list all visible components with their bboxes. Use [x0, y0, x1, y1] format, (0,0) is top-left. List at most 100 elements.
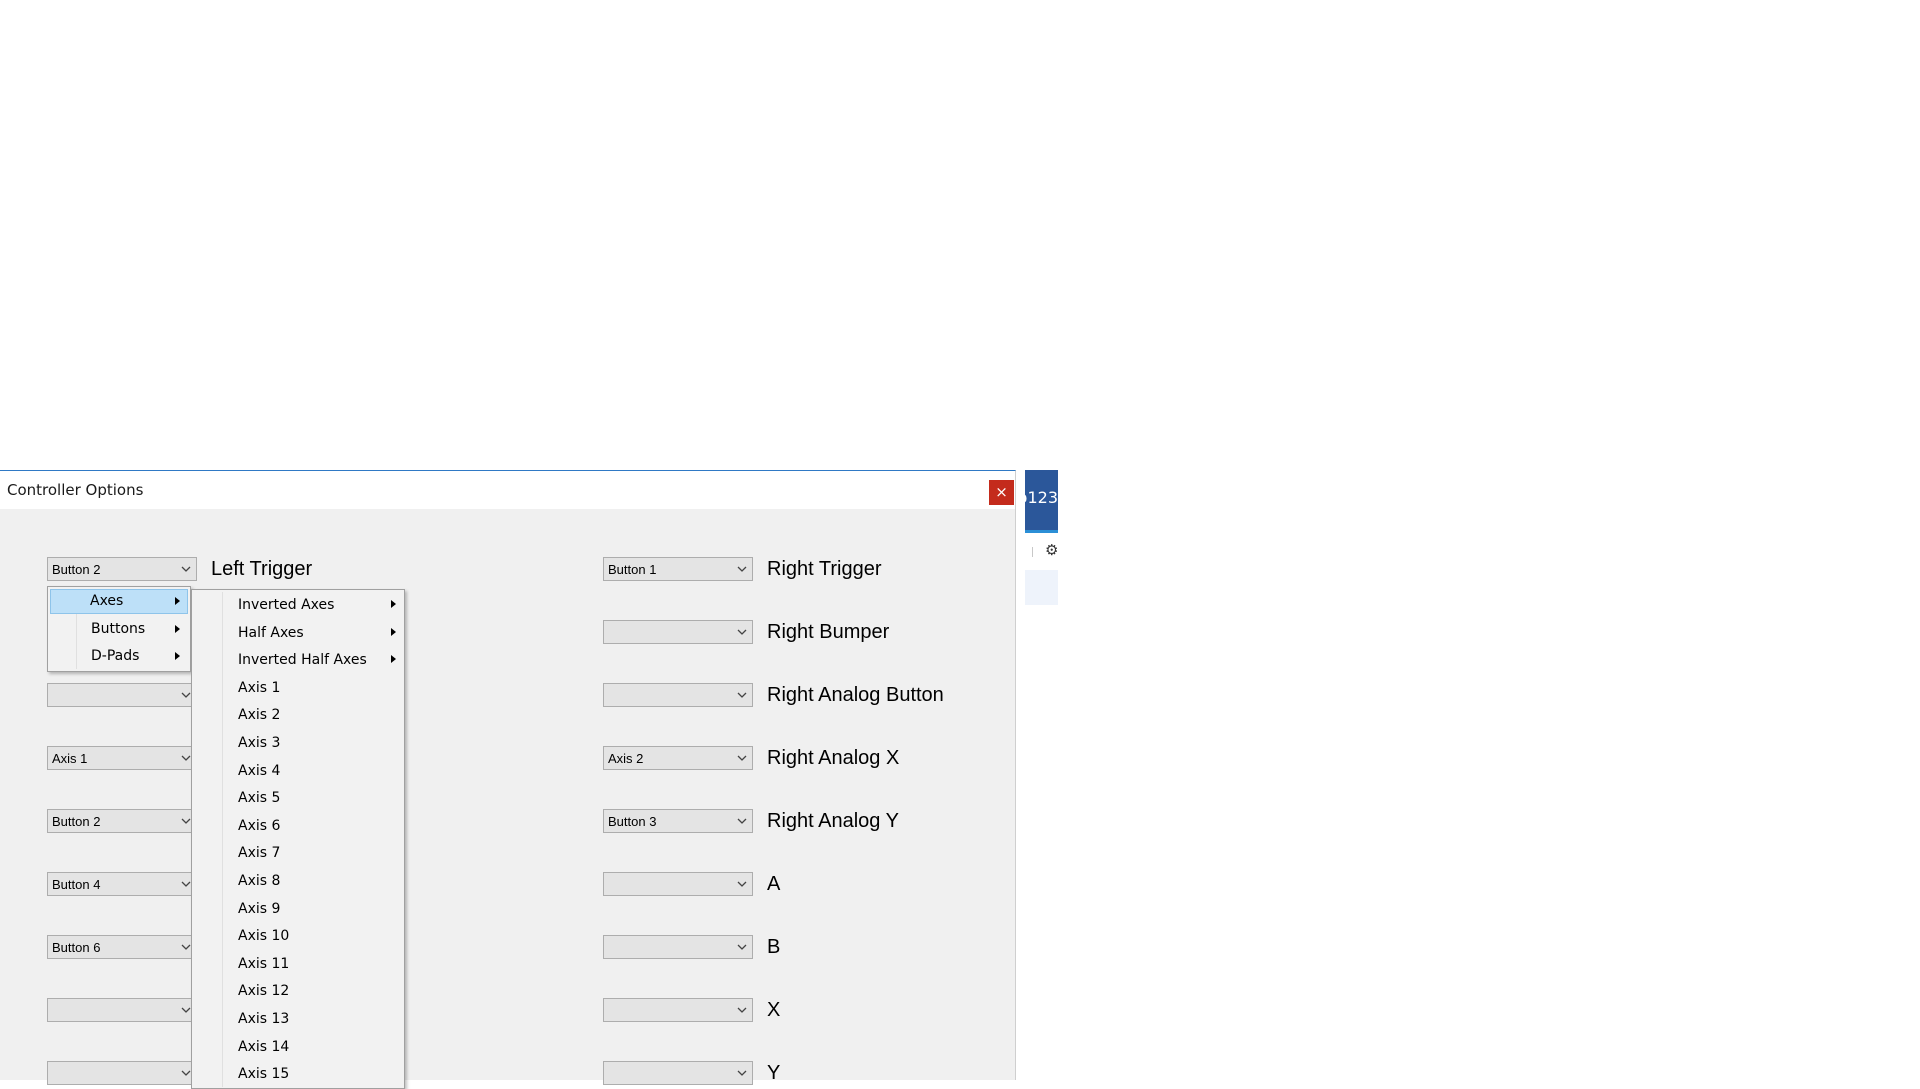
combo-value: Button 2 — [52, 562, 101, 577]
chevron-down-icon — [736, 687, 748, 703]
menu-item-label: Axis 12 — [238, 983, 290, 1000]
dialog-title: Controller Options — [7, 481, 144, 499]
submenu-arrow-icon — [175, 597, 180, 605]
controller-options-dialog: Controller Options × Button 2 Left Trigg… — [0, 470, 1016, 1085]
right-bumper-label: Right Bumper — [767, 621, 890, 643]
submenu-item-axis[interactable]: Axis 2 — [194, 702, 402, 728]
a-button-label: A — [767, 873, 781, 895]
chevron-down-icon — [736, 624, 748, 640]
submenu-item-axis[interactable]: Axis 8 — [194, 868, 402, 894]
chevron-down-icon — [736, 876, 748, 892]
submenu-arrow-icon — [175, 652, 180, 660]
combo-value: Button 1 — [608, 562, 657, 577]
right-analog-y-combo[interactable]: Button 3 — [603, 809, 753, 833]
combo-value: Button 4 — [52, 877, 101, 892]
submenu-item-axis[interactable]: Axis 10 — [194, 923, 402, 949]
left-row-5-combo[interactable]: Button 2 — [47, 809, 197, 833]
submenu-arrow-icon — [391, 627, 396, 636]
menu-item-label: Axes — [90, 593, 124, 609]
menu-item-label: Inverted Axes — [238, 597, 335, 613]
chevron-down-icon — [736, 750, 748, 766]
b-button-combo[interactable] — [603, 935, 753, 959]
submenu-item-axis[interactable]: Axis 9 — [194, 896, 402, 922]
menu-item-dpads[interactable]: D-Pads — [50, 644, 188, 669]
close-icon: × — [995, 483, 1008, 501]
left-row-3-combo[interactable] — [47, 683, 197, 707]
menu-item-axes[interactable]: Axes — [50, 589, 188, 614]
menu-item-label: Axis 14 — [238, 1038, 290, 1055]
menu-item-label: Axis 11 — [238, 955, 290, 972]
y-button-label: Y — [767, 1062, 781, 1084]
submenu-arrow-icon — [391, 600, 396, 608]
chevron-down-icon — [736, 939, 748, 955]
background-window-toolbar: ⚙ — [1025, 533, 1058, 570]
menu-item-label: Axis 10 — [238, 928, 290, 945]
gear-icon[interactable]: ⚙ — [1045, 541, 1058, 559]
submenu-item-axis[interactable]: Axis 6 — [194, 813, 402, 839]
submenu-item-axis[interactable]: Axis 7 — [194, 840, 402, 866]
background-window-content — [1025, 570, 1058, 605]
submenu-item-axis[interactable]: Axis 4 — [194, 758, 402, 784]
left-row-9-combo[interactable] — [47, 1061, 197, 1085]
left-row-8-combo[interactable] — [47, 998, 197, 1022]
combo-value: Axis 1 — [52, 751, 88, 766]
menu-item-label: Axis 4 — [238, 762, 281, 779]
submenu-item-axis[interactable]: Axis 14 — [194, 1034, 402, 1060]
right-analog-x-combo[interactable]: Axis 2 — [603, 746, 753, 770]
submenu-item-axis[interactable]: Axis 11 — [194, 951, 402, 977]
right-analog-button-combo[interactable] — [603, 683, 753, 707]
combo-value: Button 2 — [52, 814, 101, 829]
menu-item-label: Half Axes — [238, 624, 304, 641]
submenu-item-half-axes[interactable]: Half Axes — [194, 620, 402, 646]
combo-value: Axis 2 — [608, 751, 644, 766]
submenu-arrow-icon — [391, 655, 396, 664]
y-button-combo[interactable] — [603, 1061, 753, 1085]
left-trigger-label: Left Trigger — [211, 558, 313, 580]
combo-value: Button 3 — [608, 814, 657, 829]
right-trigger-label: Right Trigger — [767, 558, 882, 580]
x-button-label: X — [767, 999, 781, 1021]
submenu-item-axis[interactable]: Axis 5 — [194, 785, 402, 811]
chevron-down-icon — [736, 813, 748, 829]
right-bumper-combo[interactable] — [603, 620, 753, 644]
menu-item-label: Axis 13 — [238, 1011, 290, 1027]
dialog-titlebar[interactable]: Controller Options × — [0, 471, 1015, 509]
right-trigger-combo[interactable]: Button 1 — [603, 557, 753, 581]
chevron-down-icon — [180, 561, 192, 577]
a-button-combo[interactable] — [603, 872, 753, 896]
submenu-item-axis[interactable]: Axis 15 — [194, 1061, 402, 1087]
input-type-context-menu: Axes Buttons D-Pads — [47, 586, 191, 672]
left-row-7-combo[interactable]: Button 6 — [47, 935, 197, 959]
menu-item-buttons[interactable]: Buttons — [50, 617, 188, 642]
background-window-title: ep123 — [1025, 488, 1058, 507]
chevron-down-icon — [736, 1002, 748, 1018]
x-button-combo[interactable] — [603, 998, 753, 1022]
chevron-down-icon — [736, 561, 748, 577]
combo-value: Button 6 — [52, 940, 101, 955]
submenu-item-inverted-axes[interactable]: Inverted Axes — [194, 592, 402, 618]
right-analog-y-label: Right Analog Y — [767, 810, 899, 832]
menu-item-label: Axis 7 — [238, 845, 281, 862]
submenu-item-axis[interactable]: Axis 1 — [194, 675, 402, 701]
right-analog-button-label: Right Analog Button — [767, 684, 944, 706]
close-button[interactable]: × — [989, 480, 1014, 505]
left-row-4-combo[interactable]: Axis 1 — [47, 746, 197, 770]
menu-item-label: Axis 5 — [238, 790, 281, 807]
menu-item-label: Buttons — [91, 621, 146, 637]
left-trigger-combo[interactable]: Button 2 — [47, 557, 197, 581]
menu-item-label: Axis 1 — [238, 679, 281, 696]
submenu-arrow-icon — [175, 625, 180, 633]
menu-item-label: Axis 9 — [238, 900, 281, 917]
b-button-label: B — [767, 936, 781, 958]
axes-submenu: Inverted Axes Half Axes Inverted Half Ax… — [191, 589, 405, 1089]
submenu-item-axis[interactable]: Axis 3 — [194, 730, 402, 756]
submenu-item-axis[interactable]: Axis 13 — [194, 1006, 402, 1032]
submenu-item-axis[interactable]: Axis 12 — [194, 978, 402, 1004]
menu-item-label: Axis 3 — [238, 735, 281, 751]
background-window: ep123 ⚙ — [1025, 470, 1058, 635]
right-analog-x-label: Right Analog X — [767, 747, 900, 769]
menu-item-label: Axis 2 — [238, 707, 281, 724]
submenu-item-inverted-half-axes[interactable]: Inverted Half Axes — [194, 647, 402, 673]
toolbar-separator — [1032, 547, 1033, 557]
left-row-6-combo[interactable]: Button 4 — [47, 872, 197, 896]
